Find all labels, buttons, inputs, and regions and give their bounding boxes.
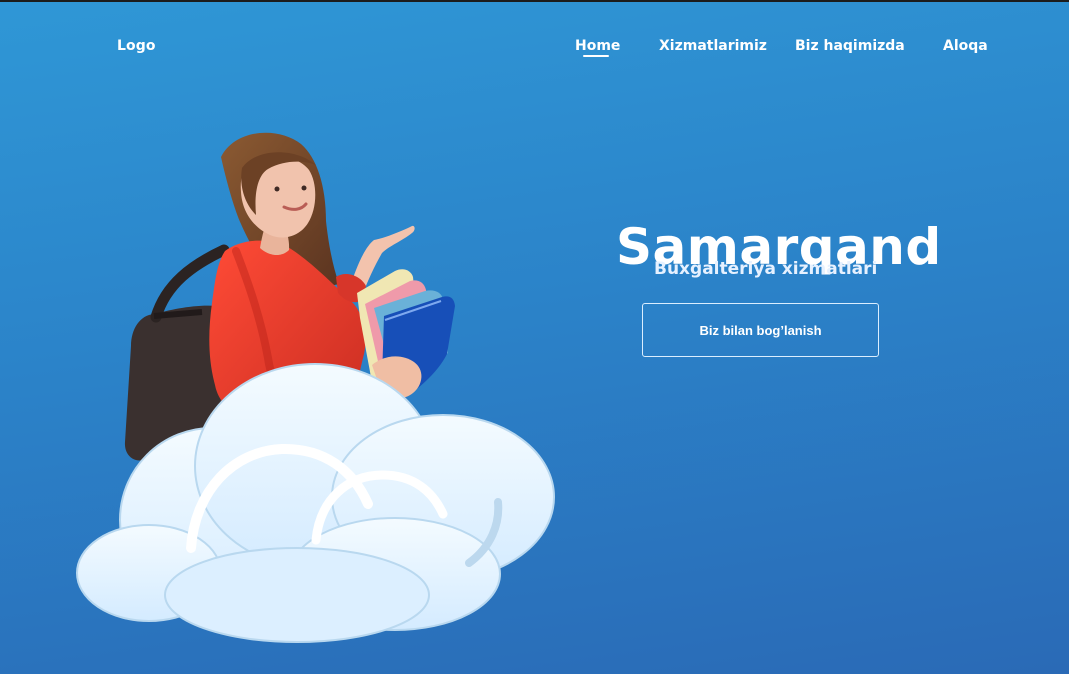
top-navbar: Logo Home Xizmatlarimiz Biz haqimizda Al… [0,2,1069,92]
active-nav-indicator [583,55,609,57]
contact-us-button[interactable]: Biz bilan bog’lanish [642,303,879,357]
hero-subtitle: Buxgalteriya xizmatlari [654,259,878,279]
hero-illustration [70,122,570,662]
nav-contact-link[interactable]: Aloqa [943,38,988,54]
right-eye-shape [301,185,307,191]
page: Logo Home Xizmatlarimiz Biz haqimizda Al… [0,0,1069,674]
student-on-cloud-illustration [76,132,555,643]
nav-about-link[interactable]: Biz haqimizda [795,38,905,54]
nav-home-link[interactable]: Home [575,38,620,54]
left-eye-shape [274,186,280,192]
logo[interactable]: Logo [117,38,156,54]
nav-services-link[interactable]: Xizmatlarimiz [659,38,767,54]
